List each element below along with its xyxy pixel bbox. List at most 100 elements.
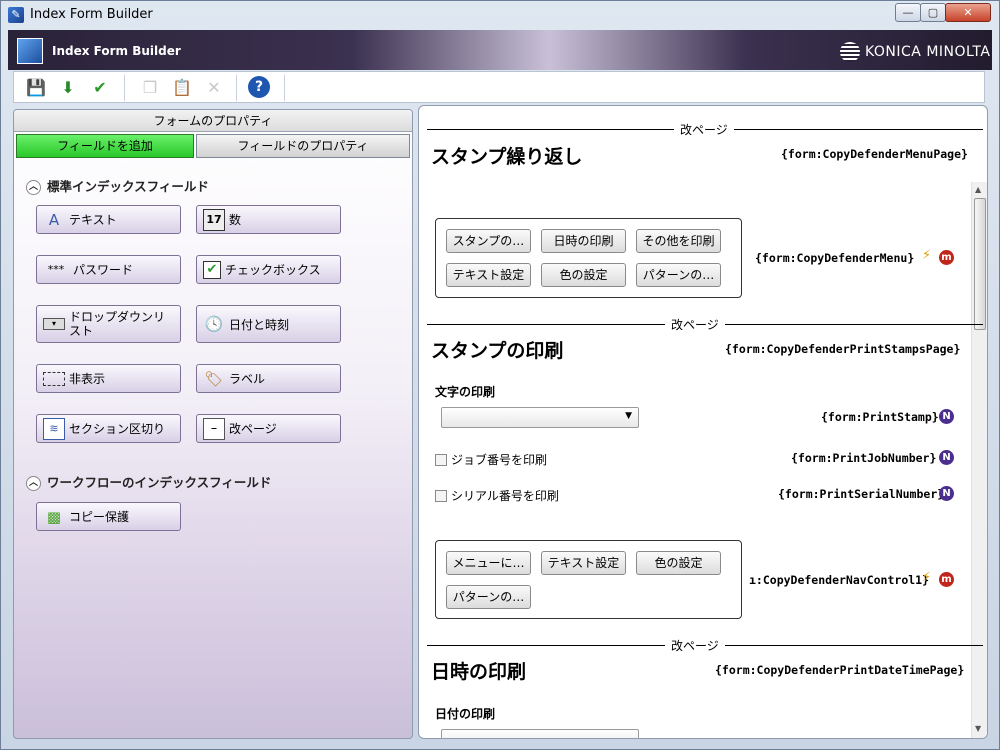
field-badge-icon[interactable]: N	[939, 486, 954, 501]
menu-button[interactable]: 色の設定	[541, 263, 626, 287]
tag-icon: 🏷	[204, 369, 224, 388]
menu-button[interactable]: 日時の印刷	[541, 229, 626, 253]
close-button[interactable]: ✕	[945, 3, 991, 22]
lightning-icon[interactable]: ⚡	[922, 570, 931, 585]
copy-icon[interactable]: ❐	[138, 76, 162, 100]
toolbar-divider	[124, 75, 125, 101]
form-design-canvas: 改ページ スタンプ繰り返し {form:CopyDefenderMenuPage…	[418, 105, 988, 739]
maximize-button[interactable]: ▢	[920, 3, 946, 22]
nav-button[interactable]: テキスト設定	[541, 551, 626, 575]
print-job-number-checkbox[interactable]: ジョブ番号を印刷	[435, 451, 547, 468]
print-serial-number-checkbox[interactable]: シリアル番号を印刷	[435, 487, 559, 504]
button-label: ドロップダウンリスト	[69, 310, 166, 338]
add-number-button[interactable]: 17 数	[196, 205, 341, 234]
section-icon: ≋	[43, 417, 65, 440]
page-title[interactable]: 日時の印刷	[431, 657, 526, 684]
checkbox-icon[interactable]	[435, 489, 447, 502]
window-title: Index Form Builder	[30, 7, 153, 22]
control-tag[interactable]: ı:CopyDefenderNavControl1}	[749, 573, 929, 587]
collapse-icon[interactable]: ︿	[26, 476, 41, 491]
checkbox-label: ジョブ番号を印刷	[451, 453, 548, 467]
add-label-button[interactable]: 🏷 ラベル	[196, 364, 341, 393]
macro-badge-icon[interactable]: m	[939, 572, 954, 587]
header-banner: Index Form Builder KONICA MINOLTA	[8, 30, 992, 70]
menu-control[interactable]: スタンプの… 日時の印刷 その他を印刷 テキスト設定 色の設定 パターンの…	[435, 218, 742, 298]
nav-control[interactable]: メニューに… テキスト設定 色の設定 パターンの…	[435, 540, 742, 619]
nav-button[interactable]: 色の設定	[636, 551, 721, 575]
button-label: セクション区切り	[69, 422, 166, 436]
field-label: 日付の印刷	[435, 707, 496, 721]
button-label: パスワード	[73, 263, 134, 277]
scroll-thumb[interactable]	[974, 198, 986, 330]
nav-button[interactable]: パターンの…	[446, 585, 531, 609]
dropdown-icon: ▾	[43, 318, 65, 330]
banner-title: Index Form Builder	[52, 44, 181, 58]
checkbox-icon[interactable]	[435, 453, 447, 466]
lightning-icon[interactable]: ⚡	[922, 248, 931, 263]
button-label: テキスト	[69, 213, 117, 227]
form-properties-header[interactable]: フォームのプロパティ	[14, 110, 412, 132]
help-icon[interactable]: ?	[248, 76, 270, 98]
button-label: 日付と時刻	[229, 317, 290, 332]
page-break-icon: ⎯	[203, 417, 225, 440]
save-icon[interactable]: 💾	[24, 76, 48, 100]
checkbox-icon: ✔	[203, 260, 221, 279]
vertical-scrollbar[interactable]: ▲ ▼	[971, 182, 987, 738]
field-tag[interactable]: {form:PrintJobNumber}	[791, 451, 936, 465]
tab-add-field[interactable]: フィールドを追加	[16, 134, 194, 158]
menu-button[interactable]: テキスト設定	[446, 263, 531, 287]
add-password-button[interactable]: *** パスワード	[36, 255, 181, 284]
validate-icon[interactable]: ✔	[88, 76, 112, 100]
print-date-select[interactable]	[441, 729, 639, 738]
tab-field-properties[interactable]: フィールドのプロパティ	[196, 134, 410, 158]
app-icon: ✎	[8, 7, 24, 23]
macro-badge-icon[interactable]: m	[939, 250, 954, 265]
menu-button[interactable]: スタンプの…	[446, 229, 531, 253]
add-hidden-button[interactable]: 非表示	[36, 364, 181, 393]
button-label: チェックボックス	[225, 263, 321, 277]
chevron-down-icon: ▼	[625, 411, 632, 421]
scroll-up-icon[interactable]: ▲	[975, 185, 981, 194]
toolbar-divider	[236, 75, 237, 101]
app-window: ✎ Index Form Builder — ▢ ✕ Index Form Bu…	[0, 0, 1000, 750]
page-tag[interactable]: {form:CopyDefenderMenuPage}	[781, 147, 968, 161]
page-tag[interactable]: {form:CopyDefenderPrintDateTimePage}	[715, 663, 964, 677]
field-badge-icon[interactable]: N	[939, 450, 954, 465]
paste-icon[interactable]: 📋	[170, 76, 194, 100]
menu-button[interactable]: その他を印刷	[636, 229, 721, 253]
scroll-down-icon[interactable]: ▼	[975, 724, 981, 733]
print-stamp-select[interactable]: ▼	[441, 407, 639, 428]
delete-icon[interactable]: ✕	[202, 76, 226, 100]
field-tag[interactable]: {form:PrintSerialNumber}	[778, 487, 944, 501]
field-badge-icon[interactable]: N	[939, 409, 954, 424]
nav-button[interactable]: メニューに…	[446, 551, 531, 575]
field-tag[interactable]: {form:PrintStamp}	[821, 410, 939, 424]
hidden-field-icon	[43, 371, 65, 386]
add-datetime-button[interactable]: 🕓 日付と時刻	[196, 305, 341, 343]
page-tag[interactable]: {form:CopyDefenderPrintStampsPage}	[725, 342, 960, 356]
title-bar: ✎ Index Form Builder — ▢ ✕	[1, 1, 999, 29]
control-tag[interactable]: {form:CopyDefenderMenu}	[755, 251, 914, 265]
toolbar-divider	[284, 75, 285, 101]
add-dropdown-button[interactable]: ▾ ドロップダウンリスト	[36, 305, 181, 343]
section-title: ワークフローのインデックスフィールド	[47, 475, 272, 490]
menu-button[interactable]: パターンの…	[636, 263, 721, 287]
save-as-icon[interactable]: ⬇	[56, 76, 80, 100]
minimize-button[interactable]: —	[895, 3, 921, 22]
page-title[interactable]: スタンプ繰り返し	[431, 142, 582, 169]
add-copy-protect-button[interactable]: ▩ コピー保護	[36, 502, 181, 531]
section-title: 標準インデックスフィールド	[47, 179, 209, 194]
page-break-label: 改ページ	[665, 637, 725, 654]
add-pagebreak-button[interactable]: ⎯ 改ページ	[196, 414, 341, 443]
collapse-icon[interactable]: ︿	[26, 180, 41, 195]
button-label: コピー保護	[69, 510, 130, 524]
workflow-fields-section[interactable]: ︿ ワークフローのインデックスフィールド	[26, 472, 271, 491]
page-title[interactable]: スタンプの印刷	[431, 336, 563, 363]
add-section-button[interactable]: ≋ セクション区切り	[36, 414, 181, 443]
standard-fields-section[interactable]: ︿ 標準インデックスフィールド	[26, 176, 209, 195]
add-checkbox-button[interactable]: ✔ チェックボックス	[196, 255, 341, 284]
add-text-button[interactable]: A テキスト	[36, 205, 181, 234]
checkbox-label: シリアル番号を印刷	[451, 489, 559, 503]
field-label: 文字の印刷	[435, 385, 496, 399]
konica-logo-icon	[840, 42, 860, 62]
